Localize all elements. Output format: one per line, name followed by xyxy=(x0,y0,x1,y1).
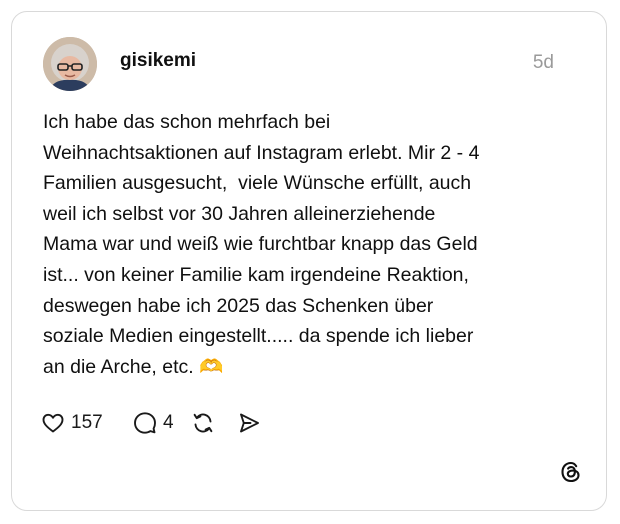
timestamp: 5d xyxy=(532,52,554,73)
avatar[interactable] xyxy=(43,37,97,91)
speech-bubble-icon xyxy=(133,411,157,435)
post-body: Ich habe das schon mehrfach bei Weihnach… xyxy=(43,111,480,378)
action-bar: 157 4 xyxy=(41,408,261,438)
threads-logo-icon[interactable] xyxy=(559,460,583,484)
repost-icon xyxy=(191,411,215,435)
reply-count: 4 xyxy=(163,412,174,433)
like-button[interactable]: 157 xyxy=(41,411,133,435)
heart-icon xyxy=(41,411,65,435)
username[interactable]: gisikemi xyxy=(120,50,196,72)
like-count: 157 xyxy=(71,412,103,433)
share-button[interactable] xyxy=(237,411,261,435)
repost-button[interactable] xyxy=(191,411,237,435)
avatar-image xyxy=(43,37,97,91)
reply-button[interactable]: 4 xyxy=(133,411,179,435)
heart-hands-emoji: 🫶 xyxy=(199,355,224,378)
send-icon xyxy=(237,411,261,435)
post-card: gisikemi 5d Ich habe das schon mehrfach … xyxy=(11,11,607,511)
post-text: Ich habe das schon mehrfach bei Weihnach… xyxy=(43,107,583,382)
